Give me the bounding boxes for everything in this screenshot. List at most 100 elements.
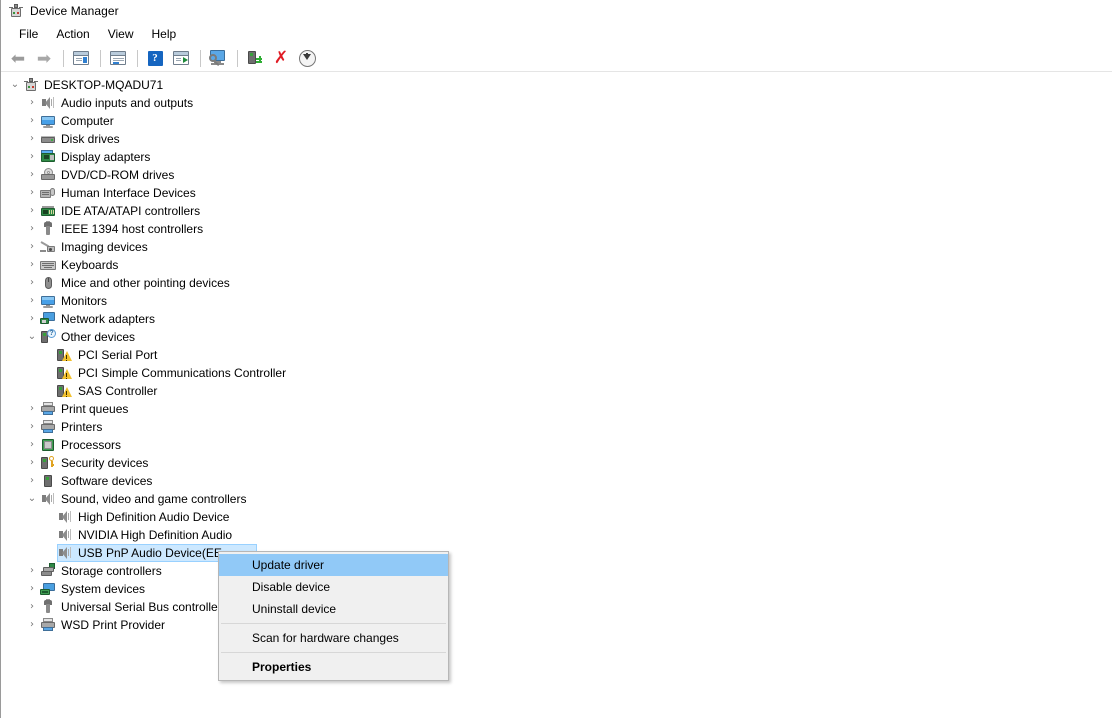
context-menu-item-uninstall-device[interactable]: Uninstall device	[219, 598, 448, 620]
chevron-right-icon[interactable]: ›	[24, 404, 40, 414]
update-driver-software-button[interactable]	[169, 47, 193, 69]
tree-item-label: Imaging devices	[61, 240, 148, 254]
tree-item-ieee-1394-host-controllers[interactable]: › IEEE 1394 host controllers	[2, 220, 1112, 238]
tree-item-usb-pnp-audio-device[interactable]: USB PnP Audio Device(EE	[2, 544, 1112, 562]
tree-item-wsd-print-provider[interactable]: › WSD Print Provider	[2, 616, 1112, 634]
chevron-right-icon[interactable]: ›	[24, 134, 40, 144]
tree-item-monitors[interactable]: › Monitors	[2, 292, 1112, 310]
tree-item-network-adapters[interactable]: › Network adapters	[2, 310, 1112, 328]
menu-action[interactable]: Action	[47, 25, 98, 43]
context-menu-separator	[221, 623, 446, 624]
tree-item-disk-drives[interactable]: › Disk drives	[2, 130, 1112, 148]
tree-item-label: WSD Print Provider	[61, 618, 166, 632]
help-question-icon: ?	[147, 50, 163, 66]
chevron-right-icon[interactable]: ›	[24, 458, 40, 468]
menu-view[interactable]: View	[99, 25, 143, 43]
tree-item-mice-and-other-pointing-devices[interactable]: › Mice and other pointing devices	[2, 274, 1112, 292]
chevron-right-icon[interactable]: ›	[24, 188, 40, 198]
download-button[interactable]	[295, 47, 319, 69]
menu-help[interactable]: Help	[143, 25, 186, 43]
tree-item-label: Audio inputs and outputs	[61, 96, 194, 110]
tree-item-label: Display adapters	[61, 150, 151, 164]
chevron-right-icon[interactable]: ›	[24, 242, 40, 252]
context-menu-item-disable-device[interactable]: Disable device	[219, 576, 448, 598]
toolbar: ⬅ ➡ ? ✗	[1, 45, 1112, 71]
tree-item-print-queues[interactable]: › Print queues	[2, 400, 1112, 418]
chevron-right-icon[interactable]: ›	[24, 116, 40, 126]
tree-item-label: Software devices	[61, 474, 153, 488]
imaging-device-icon	[40, 239, 56, 255]
tree-item-other-devices[interactable]: ⌄ ? Other devices	[2, 328, 1112, 346]
chevron-right-icon[interactable]: ›	[24, 566, 40, 576]
chevron-right-icon[interactable]: ›	[24, 98, 40, 108]
tree-item-label: DVD/CD-ROM drives	[61, 168, 175, 182]
tree-item-high-definition-audio-device[interactable]: High Definition Audio Device	[2, 508, 1112, 526]
device-tree[interactable]: ⌄ DESKTOP-MQADU71 › Audio inputs and out…	[2, 76, 1112, 717]
tree-item-imaging-devices[interactable]: › Imaging devices	[2, 238, 1112, 256]
device-context-menu[interactable]: Update driver Disable device Uninstall d…	[218, 551, 449, 681]
chevron-right-icon[interactable]: ›	[24, 440, 40, 450]
tree-item-nvidia-high-definition-audio[interactable]: NVIDIA High Definition Audio	[2, 526, 1112, 544]
tree-item-dvd-cd-rom-drives[interactable]: › DVD/CD-ROM drives	[2, 166, 1112, 184]
tree-item-label: IEEE 1394 host controllers	[61, 222, 204, 236]
help-button[interactable]: ?	[143, 47, 167, 69]
tree-item-sound-video-and-game-controllers[interactable]: ⌄ Sound, video and game controllers	[2, 490, 1112, 508]
show-hide-console-tree-button[interactable]	[69, 47, 93, 69]
tree-item-label: IDE ATA/ATAPI controllers	[61, 204, 201, 218]
tree-item-software-devices[interactable]: › Software devices	[2, 472, 1112, 490]
chevron-right-icon[interactable]: ›	[24, 296, 40, 306]
scan-for-hardware-changes-button[interactable]	[206, 47, 230, 69]
context-menu-item-update-driver[interactable]: Update driver	[219, 554, 448, 576]
uninstall-device-button[interactable]: ✗	[269, 47, 293, 69]
tree-item-pci-simple-communications-controller[interactable]: PCI Simple Communications Controller	[2, 364, 1112, 382]
chevron-right-icon[interactable]: ›	[24, 314, 40, 324]
tree-item-ide-ata-atapi-controllers[interactable]: › IDE ATA/ATAPI controllers	[2, 202, 1112, 220]
chevron-right-icon[interactable]: ›	[24, 224, 40, 234]
tree-item-storage-controllers[interactable]: › Storage controllers	[2, 562, 1112, 580]
properties-button[interactable]	[106, 47, 130, 69]
tree-item-root[interactable]: ⌄ DESKTOP-MQADU71	[2, 76, 1112, 94]
tree-item-computer[interactable]: › Computer	[2, 112, 1112, 130]
chevron-right-icon[interactable]: ›	[24, 584, 40, 594]
tree-item-sas-controller[interactable]: SAS Controller	[2, 382, 1112, 400]
back-button[interactable]: ⬅	[6, 47, 30, 69]
chevron-right-icon[interactable]: ›	[24, 422, 40, 432]
unknown-device-warning-icon	[57, 383, 73, 399]
chevron-right-icon[interactable]: ›	[24, 476, 40, 486]
menu-file[interactable]: File	[10, 25, 47, 43]
tree-item-label: DESKTOP-MQADU71	[44, 78, 164, 92]
chevron-right-icon[interactable]: ›	[24, 260, 40, 270]
tree-item-display-adapters[interactable]: › Display adapters	[2, 148, 1112, 166]
tree-item-label: Human Interface Devices	[61, 186, 196, 200]
enable-device-button[interactable]	[243, 47, 267, 69]
context-menu-item-scan-for-hardware-changes[interactable]: Scan for hardware changes	[219, 627, 448, 649]
tree-item-processors[interactable]: › Processors	[2, 436, 1112, 454]
tree-item-label: System devices	[61, 582, 146, 596]
tree-item-pci-serial-port[interactable]: PCI Serial Port	[2, 346, 1112, 364]
chevron-right-icon[interactable]: ›	[24, 152, 40, 162]
tree-item-audio-inputs-and-outputs[interactable]: › Audio inputs and outputs	[2, 94, 1112, 112]
context-menu-item-properties[interactable]: Properties	[219, 656, 448, 678]
properties-window-icon	[110, 51, 126, 65]
forward-button[interactable]: ➡	[32, 47, 56, 69]
tree-item-universal-serial-bus-controllers[interactable]: › Universal Serial Bus controlle	[2, 598, 1112, 616]
tree-item-security-devices[interactable]: › Security devices	[2, 454, 1112, 472]
printer-icon	[40, 401, 56, 417]
menu-bar: File Action View Help	[1, 22, 1112, 45]
chevron-right-icon[interactable]: ›	[24, 602, 40, 612]
tree-item-human-interface-devices[interactable]: › Human Interface Devices	[2, 184, 1112, 202]
chevron-right-icon[interactable]: ›	[24, 170, 40, 180]
tree-item-label: Storage controllers	[61, 564, 162, 578]
chevron-down-icon[interactable]: ⌄	[7, 80, 23, 90]
mouse-icon	[40, 275, 56, 291]
chevron-right-icon[interactable]: ›	[24, 278, 40, 288]
tree-item-printers[interactable]: › Printers	[2, 418, 1112, 436]
chevron-right-icon[interactable]: ›	[24, 620, 40, 630]
chevron-right-icon[interactable]: ›	[24, 206, 40, 216]
tree-item-label: Disk drives	[61, 132, 120, 146]
tree-item-system-devices[interactable]: › System devices	[2, 580, 1112, 598]
chevron-down-icon[interactable]: ⌄	[24, 494, 40, 504]
chevron-down-icon[interactable]: ⌄	[24, 332, 40, 342]
tree-item-keyboards[interactable]: › Keyboards	[2, 256, 1112, 274]
tree-item-label: Universal Serial Bus controlle	[61, 600, 218, 614]
